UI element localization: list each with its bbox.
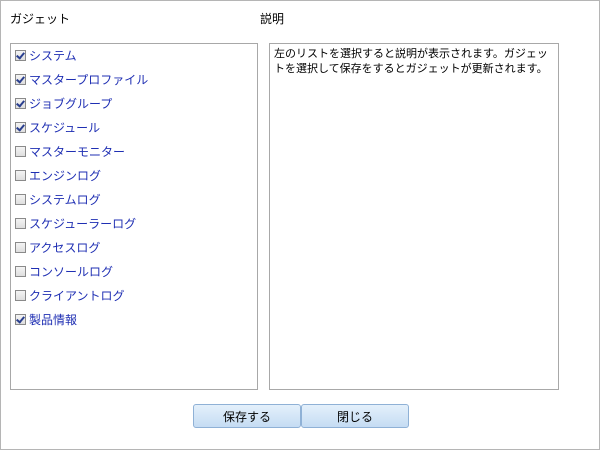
- gadget-label[interactable]: クライアントログ: [29, 287, 125, 304]
- close-button[interactable]: 閉じる: [301, 404, 409, 428]
- gadget-item-access-log[interactable]: アクセスログ: [15, 235, 148, 259]
- gadget-label[interactable]: スケジューラーログ: [29, 215, 136, 232]
- checkbox[interactable]: [15, 265, 26, 277]
- checkbox[interactable]: [15, 313, 26, 325]
- gadget-label[interactable]: マスターモニター: [29, 143, 125, 160]
- checkbox[interactable]: [15, 145, 26, 157]
- checkbox[interactable]: [15, 97, 26, 109]
- gadget-item-schedule[interactable]: スケジュール: [15, 115, 148, 139]
- description-panel: 左のリストを選択すると説明が表示されます。ガジェットを選択して保存をするとガジェ…: [269, 43, 559, 390]
- checkbox[interactable]: [15, 121, 26, 133]
- checkbox[interactable]: [15, 241, 26, 253]
- checkbox[interactable]: [15, 169, 26, 181]
- gadget-item-system[interactable]: システム: [15, 43, 148, 67]
- gadget-item-master-monitor[interactable]: マスターモニター: [15, 139, 148, 163]
- gadget-item-system-log[interactable]: システムログ: [15, 187, 148, 211]
- checkbox[interactable]: [15, 217, 26, 229]
- gadget-label[interactable]: エンジンログ: [29, 167, 101, 184]
- description-text: 左のリストを選択すると説明が表示されます。ガジェットを選択して保存をするとガジェ…: [274, 47, 548, 75]
- gadget-item-client-log[interactable]: クライアントログ: [15, 283, 148, 307]
- save-button[interactable]: 保存する: [193, 404, 301, 428]
- gadget-item-master-profile[interactable]: マスタープロファイル: [15, 67, 148, 91]
- gadget-item-engine-log[interactable]: エンジンログ: [15, 163, 148, 187]
- gadget-label[interactable]: 製品情報: [29, 311, 77, 328]
- gadget-label[interactable]: システム: [29, 47, 77, 64]
- gadgets-heading: ガジェット: [10, 12, 71, 26]
- gadget-label[interactable]: アクセスログ: [29, 239, 100, 256]
- gadget-label[interactable]: システムログ: [29, 191, 101, 208]
- gadget-label[interactable]: ジョブグループ: [29, 95, 112, 112]
- gadget-item-scheduler-log[interactable]: スケジューラーログ: [15, 211, 148, 235]
- gadget-list: システム マスタープロファイル ジョブグループ スケジュール マスターモニター …: [15, 44, 148, 331]
- checkbox[interactable]: [15, 49, 26, 61]
- gadget-item-product-info[interactable]: 製品情報: [15, 307, 148, 331]
- gadget-settings-dialog: ガジェット 説明 システム マスタープロファイル ジョブグループ スケジュール …: [0, 0, 600, 450]
- description-heading: 説明: [260, 12, 285, 26]
- gadget-label[interactable]: コンソールログ: [29, 263, 113, 280]
- gadget-item-console-log[interactable]: コンソールログ: [15, 259, 148, 283]
- checkbox[interactable]: [15, 73, 26, 85]
- gadget-list-panel: システム マスタープロファイル ジョブグループ スケジュール マスターモニター …: [10, 43, 258, 390]
- gadget-label[interactable]: スケジュール: [29, 119, 100, 136]
- gadget-item-job-group[interactable]: ジョブグループ: [15, 91, 148, 115]
- checkbox[interactable]: [15, 289, 26, 301]
- gadget-label[interactable]: マスタープロファイル: [29, 71, 148, 88]
- checkbox[interactable]: [15, 193, 26, 205]
